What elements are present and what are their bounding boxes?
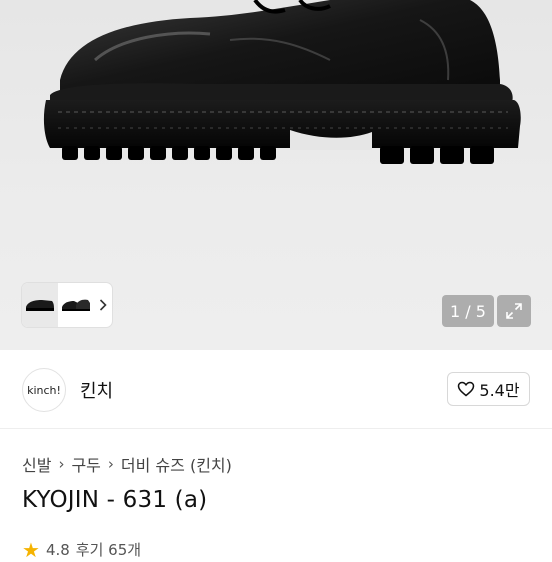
chevron-right-icon: › <box>107 455 114 473</box>
shop-name[interactable]: 킨치 <box>80 377 113 403</box>
star-icon: ★ <box>22 537 40 562</box>
review-count[interactable]: 후기 65개 <box>76 539 141 560</box>
product-title: KYOJIN - 631 (a) <box>22 487 208 513</box>
like-button[interactable]: 5.4만 <box>447 372 530 406</box>
thumbnail-strip[interactable] <box>22 283 112 327</box>
breadcrumb-item-derby-shoes[interactable]: 더비 슈즈 (킨치) <box>121 452 232 476</box>
shoe-pair-thumbnail-icon <box>62 299 90 311</box>
image-counter: 1 / 5 <box>442 295 494 327</box>
rating-score: 4.8 <box>45 540 70 559</box>
thumbnail-2[interactable] <box>58 283 94 327</box>
shoe-thumbnail-icon <box>26 300 54 311</box>
heart-outline-icon <box>458 381 475 397</box>
shop-info-row: kinch! 킨치 5.4만 <box>0 350 552 429</box>
like-count: 5.4만 <box>479 381 520 400</box>
chevron-right-icon[interactable] <box>94 299 112 311</box>
breadcrumb: 신발 › 구두 › 더비 슈즈 (킨치) <box>22 452 232 476</box>
breadcrumb-item-shoes[interactable]: 신발 <box>22 452 51 476</box>
rating-summary[interactable]: ★ 4.8 후기 65개 <box>22 539 141 560</box>
breadcrumb-item-dress-shoes[interactable]: 구두 <box>71 452 100 476</box>
shop-logo-text: kinch! <box>27 383 61 397</box>
shop-logo[interactable]: kinch! <box>22 368 66 412</box>
thumbnail-1[interactable] <box>22 283 58 327</box>
product-image[interactable]: 1 / 5 <box>0 0 552 350</box>
expand-arrows-icon[interactable] <box>497 295 531 327</box>
chevron-right-icon: › <box>58 455 65 473</box>
